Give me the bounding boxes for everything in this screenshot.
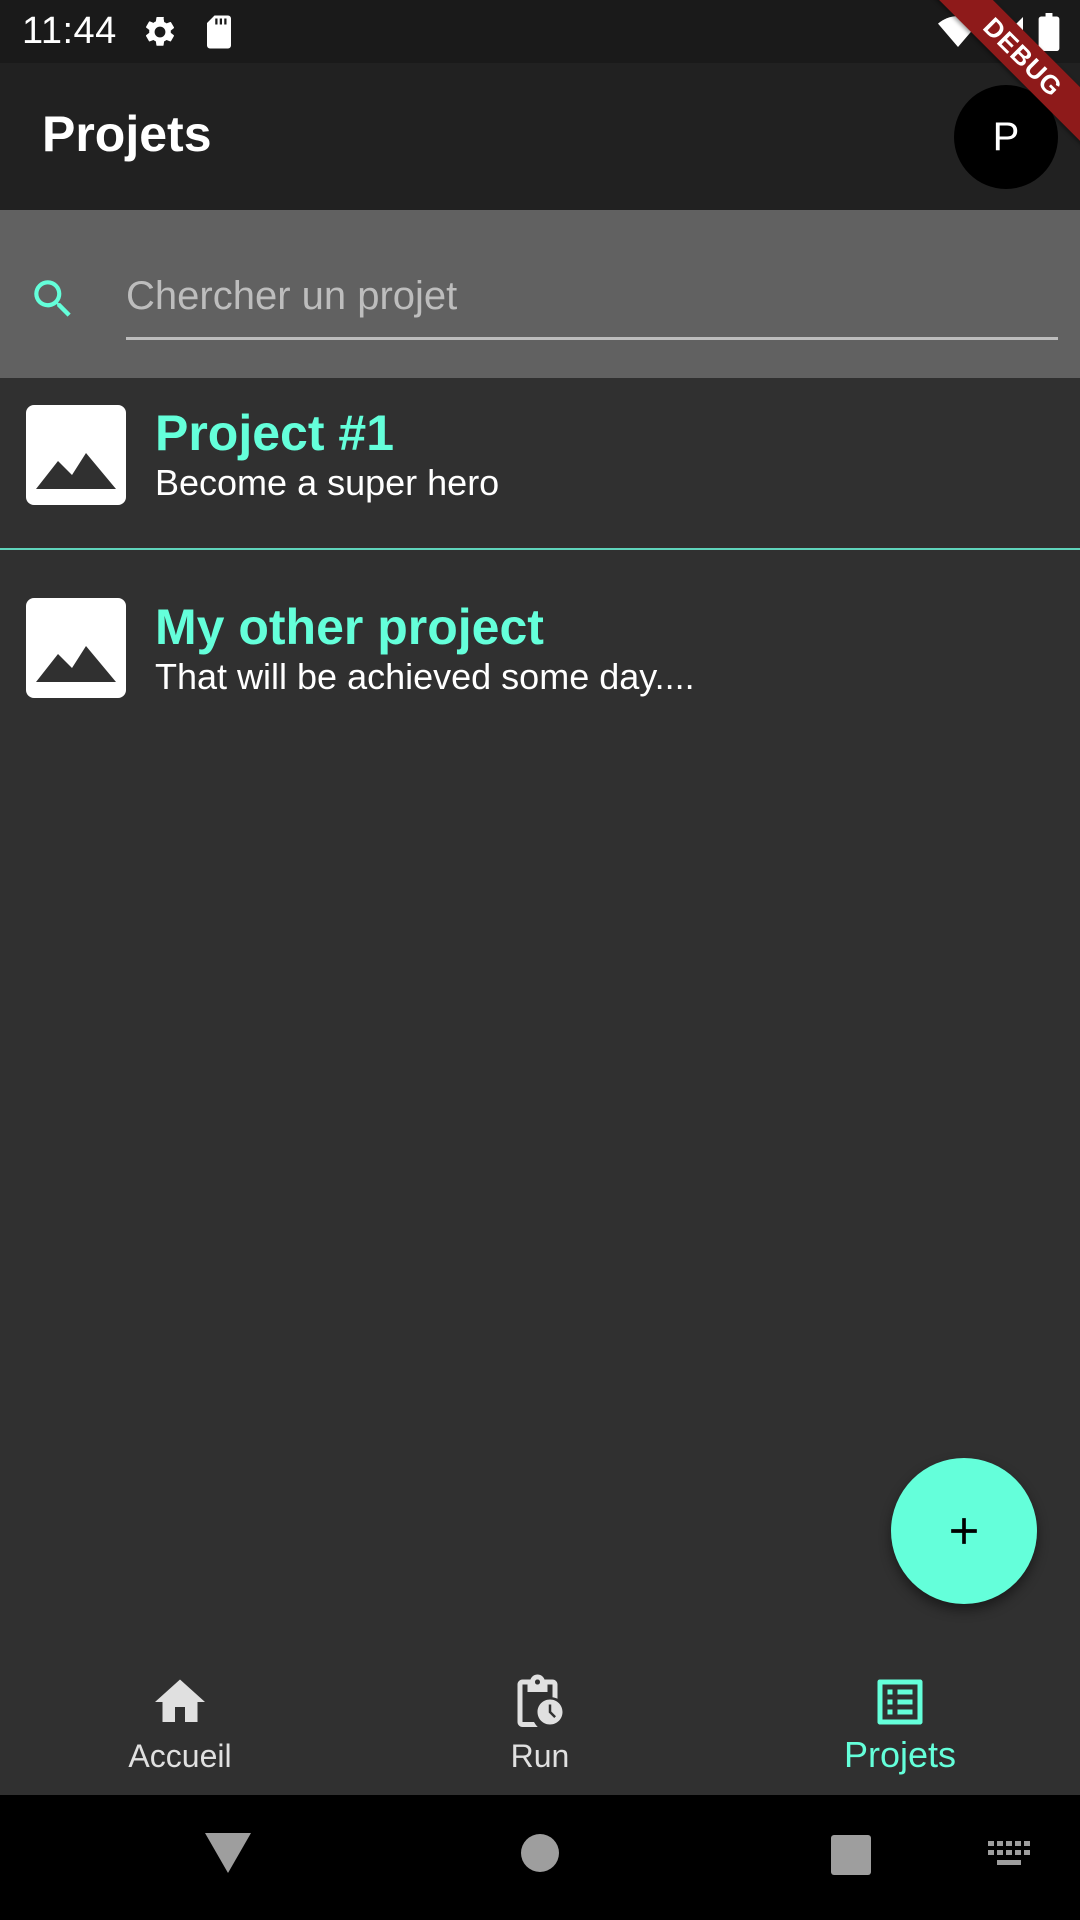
avatar[interactable]: P [954, 85, 1058, 189]
nav-label: Accueil [128, 1738, 232, 1774]
nav-label: Projets [843, 1734, 957, 1775]
recents-icon[interactable] [831, 1835, 871, 1875]
search-input[interactable] [126, 256, 1058, 340]
plus-icon [951, 1518, 977, 1544]
status-right-icons [938, 12, 1060, 52]
battery-icon [1038, 13, 1060, 51]
status-bar: 11:44 [0, 0, 1080, 63]
app-bar: Projets P [0, 63, 1080, 210]
keyboard-icon[interactable] [988, 1841, 1030, 1867]
wifi-icon [938, 16, 978, 47]
nav-item-projets[interactable]: Projets [720, 1640, 1080, 1795]
nav-label: Run [510, 1738, 570, 1774]
add-project-button[interactable] [891, 1458, 1037, 1604]
status-time: 11:44 [22, 10, 117, 52]
project-title: My other project [155, 599, 544, 655]
project-list-item[interactable]: Project #1 Become a super hero [0, 378, 1080, 550]
signal-icon [993, 17, 1023, 47]
home-circle-icon[interactable] [520, 1833, 560, 1873]
page-title: Projets [42, 106, 212, 162]
project-subtitle: That will be achieved some day.... [155, 656, 695, 697]
list-icon [877, 1679, 923, 1725]
system-navigation-bar [0, 1795, 1080, 1920]
image-icon [26, 405, 126, 505]
nav-item-run[interactable]: Run [360, 1640, 720, 1795]
bottom-navigation: Accueil Run Projets [0, 1640, 1080, 1795]
avatar-initial: P [992, 114, 1020, 159]
image-icon [26, 598, 126, 698]
sd-card-icon [207, 15, 231, 49]
home-icon [155, 1679, 205, 1722]
back-icon[interactable] [205, 1833, 251, 1873]
project-list-item[interactable]: My other project That will be achieved s… [0, 572, 1080, 744]
search-icon [34, 280, 71, 317]
nav-item-accueil[interactable]: Accueil [0, 1640, 360, 1795]
clipboard-clock-icon [517, 1674, 563, 1727]
gear-icon [145, 16, 175, 46]
search-bar [0, 210, 1080, 378]
project-title: Project #1 [155, 405, 395, 461]
project-subtitle: Become a super hero [155, 462, 500, 503]
